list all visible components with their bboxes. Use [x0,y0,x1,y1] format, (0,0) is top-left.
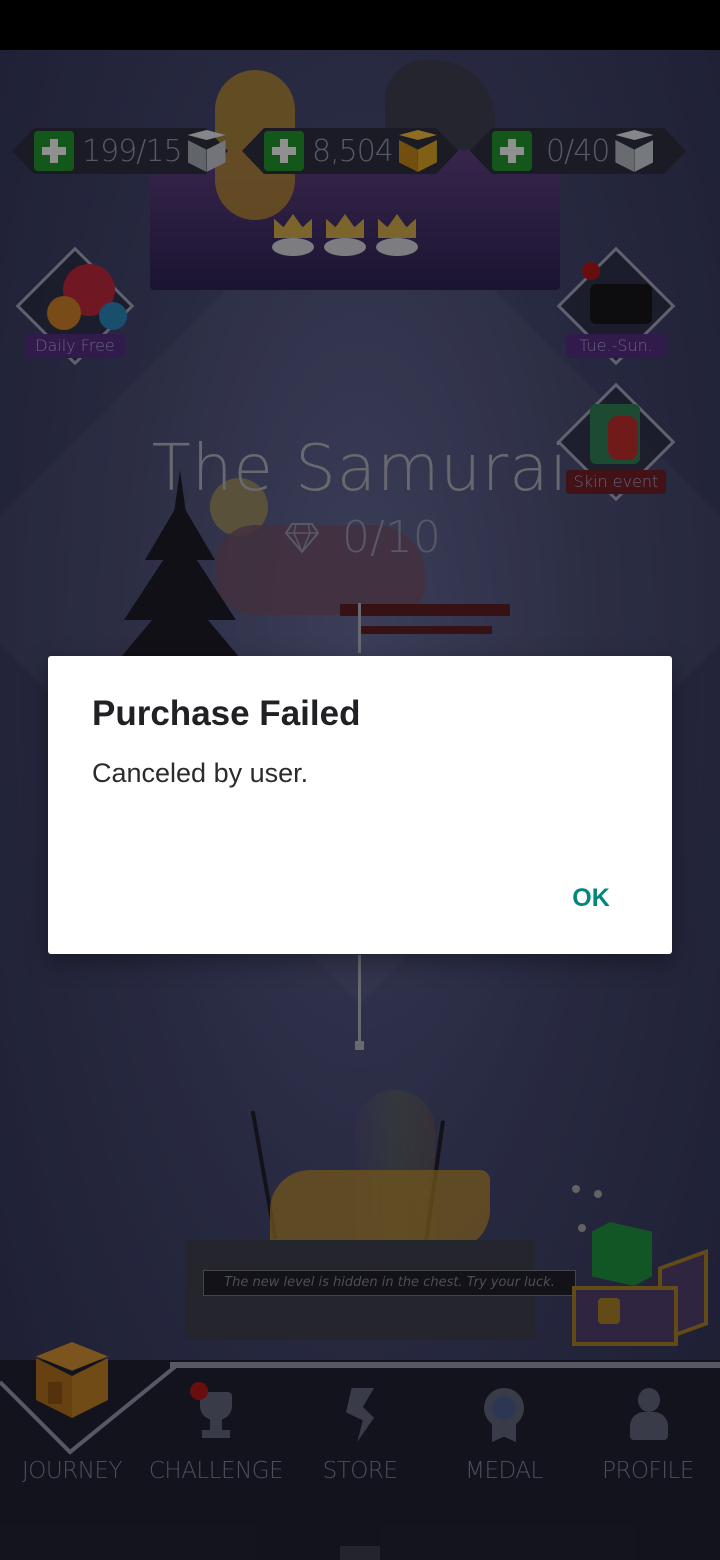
dialog-message: Canceled by user. [92,758,309,788]
purchase-failed-dialog: Purchase Failed Canceled by user. OK [48,656,672,954]
dialog-title: Purchase Failed [92,694,361,733]
ok-button[interactable]: OK [556,870,626,926]
status-bar [0,0,720,50]
